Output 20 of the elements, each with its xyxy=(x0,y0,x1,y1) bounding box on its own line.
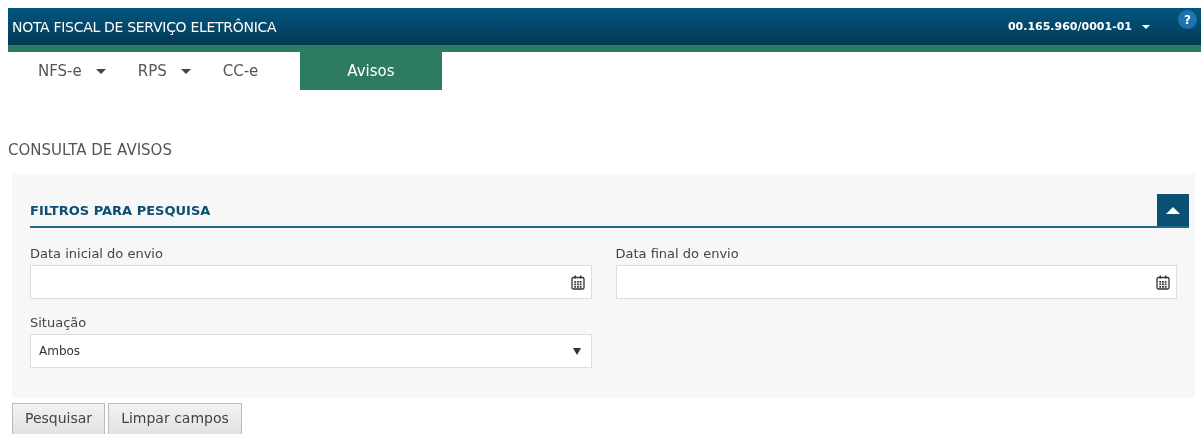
nav-tab[interactable]: RPS xyxy=(123,52,205,90)
nav-tab[interactable]: Avisos xyxy=(300,52,442,90)
date-field[interactable] xyxy=(30,265,592,299)
page-title: CONSULTA DE AVISOS xyxy=(8,141,173,159)
panel-title: FILTROS PARA PESQUISA xyxy=(30,203,212,220)
collapse-button[interactable] xyxy=(1157,194,1189,226)
nav-tab[interactable]: CC-e xyxy=(208,52,273,90)
account-menu[interactable]: 00.165.960/0001-01 xyxy=(1007,20,1150,33)
field-label: Data final do envio xyxy=(615,246,740,261)
date-field[interactable] xyxy=(615,265,1177,299)
action-button[interactable]: Pesquisar xyxy=(12,403,106,434)
field-label: Data inicial do envio xyxy=(30,246,164,261)
calendar-icon[interactable] xyxy=(570,274,585,290)
app-title: NOTA FISCAL DE SERVIÇO ELETRÔNICA xyxy=(12,18,278,35)
field-label: Situação xyxy=(30,315,88,330)
help-button[interactable]: ? xyxy=(1178,10,1197,29)
nav-tab[interactable]: NFS-e xyxy=(24,52,120,90)
action-button[interactable]: Limpar campos xyxy=(108,403,242,434)
calendar-icon[interactable] xyxy=(1156,274,1170,290)
select-field[interactable]: Ambos xyxy=(30,334,592,368)
